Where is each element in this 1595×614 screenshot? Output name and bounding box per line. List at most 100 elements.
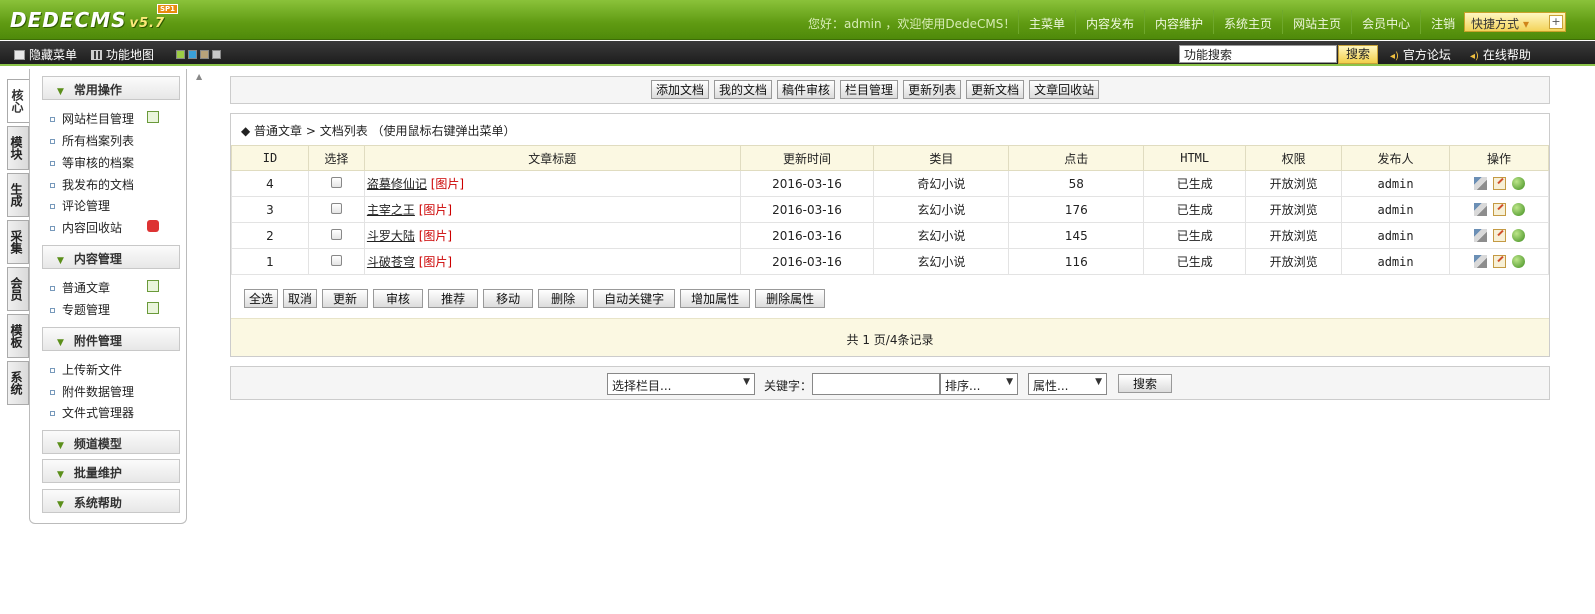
edit-icon[interactable] bbox=[1492, 254, 1506, 268]
attributes-icon[interactable] bbox=[1473, 228, 1487, 242]
update-docs-button[interactable]: 更新文档 bbox=[966, 80, 1025, 99]
review-button[interactable]: 稿件审核 bbox=[777, 80, 836, 99]
function-search-input[interactable] bbox=[1179, 45, 1337, 63]
skin-green-swatch[interactable] bbox=[176, 50, 185, 59]
attributes-icon[interactable] bbox=[1473, 176, 1487, 190]
move-button[interactable]: 移动 bbox=[483, 289, 534, 308]
hide-menu-button[interactable]: 隐藏菜单 bbox=[14, 46, 77, 63]
nav-main-menu[interactable]: 主菜单 bbox=[1018, 10, 1075, 34]
group-batch[interactable]: ▼ 批量维护 bbox=[42, 459, 180, 483]
menu-item-pending-docs[interactable]: 等审核的档案 bbox=[50, 154, 134, 171]
add-icon[interactable] bbox=[147, 302, 159, 314]
row-checkbox[interactable] bbox=[330, 202, 342, 214]
delete-button[interactable]: 删除 bbox=[538, 289, 589, 308]
menu-item-topics[interactable]: 专题管理 bbox=[50, 301, 110, 318]
article-title-link[interactable]: 盗墓修仙记 bbox=[367, 177, 427, 191]
group-attachments[interactable]: ▼ 附件管理 bbox=[42, 327, 180, 351]
attributes-icon[interactable] bbox=[1473, 202, 1487, 216]
menu-item-articles[interactable]: 普通文章 bbox=[50, 279, 110, 296]
add-attribute-button[interactable]: 增加属性 bbox=[680, 289, 751, 308]
auto-keyword-button[interactable]: 自动关键字 bbox=[593, 289, 676, 308]
col-header-date[interactable]: 更新时间 bbox=[739, 145, 875, 171]
add-icon[interactable] bbox=[147, 111, 159, 123]
article-recycle-button[interactable]: 文章回收站 bbox=[1029, 80, 1100, 99]
select-all-button[interactable]: 全选 bbox=[244, 289, 279, 308]
tab-system[interactable]: 系统 bbox=[7, 361, 29, 405]
nav-system-home[interactable]: 系统主页 bbox=[1213, 10, 1282, 34]
approve-button[interactable]: 审核 bbox=[373, 289, 424, 308]
col-header-clicks[interactable]: 点击 bbox=[1008, 145, 1145, 171]
attribute-select[interactable]: 属性... ▼ bbox=[1028, 373, 1107, 395]
tab-module[interactable]: 模块 bbox=[7, 126, 29, 170]
my-docs-button[interactable]: 我的文档 bbox=[714, 80, 773, 99]
tab-member[interactable]: 会员 bbox=[7, 267, 29, 311]
skin-gray-swatch[interactable] bbox=[212, 50, 221, 59]
nav-member-center[interactable]: 会员中心 bbox=[1351, 10, 1420, 34]
group-content[interactable]: ▼ 内容管理 bbox=[42, 245, 180, 269]
skin-blue-swatch[interactable] bbox=[188, 50, 197, 59]
nav-logout[interactable]: 注销 bbox=[1420, 10, 1465, 34]
group-channel-model[interactable]: ▼ 频道模型 bbox=[42, 430, 180, 454]
search-button[interactable]: 搜索 bbox=[1118, 374, 1173, 393]
keyword-input[interactable] bbox=[812, 373, 940, 395]
update-button[interactable]: 更新 bbox=[322, 289, 369, 308]
preview-icon[interactable] bbox=[1511, 254, 1525, 268]
edit-icon[interactable] bbox=[1492, 228, 1506, 242]
menu-item-all-docs[interactable]: 所有档案列表 bbox=[50, 132, 134, 149]
column-manage-button[interactable]: 栏目管理 bbox=[840, 80, 899, 99]
attributes-icon[interactable] bbox=[1473, 254, 1487, 268]
tab-core[interactable]: 核心 bbox=[7, 79, 29, 123]
menu-item-label: 普通文章 bbox=[62, 281, 111, 295]
tab-template[interactable]: 模板 bbox=[7, 314, 29, 358]
quick-menu-button[interactable]: 快捷方式 ▾ + bbox=[1464, 12, 1566, 32]
menu-item-comments[interactable]: 评论管理 bbox=[50, 197, 110, 214]
deselect-button[interactable]: 取消 bbox=[283, 289, 318, 308]
cell-category[interactable]: 玄幻小说 bbox=[873, 196, 1010, 223]
cell-category[interactable]: 玄幻小说 bbox=[873, 222, 1010, 249]
function-map-button[interactable]: 功能地图 bbox=[91, 46, 154, 63]
col-header-id[interactable]: ID bbox=[231, 145, 309, 171]
scroll-up-icon[interactable]: ▲ bbox=[196, 72, 202, 81]
nav-content-publish[interactable]: 内容发布 bbox=[1075, 10, 1144, 34]
add-icon[interactable] bbox=[147, 280, 159, 292]
menu-item-file-manager[interactable]: 文件式管理器 bbox=[50, 404, 134, 421]
col-header-title[interactable]: 文章标题 bbox=[363, 145, 741, 171]
remove-attribute-button[interactable]: 删除属性 bbox=[755, 289, 826, 308]
recommend-button[interactable]: 推荐 bbox=[428, 289, 479, 308]
article-title-link[interactable]: 斗罗大陆 bbox=[367, 229, 415, 243]
cell-category[interactable]: 玄幻小说 bbox=[873, 248, 1010, 275]
skin-brown-swatch[interactable] bbox=[200, 50, 209, 59]
group-help[interactable]: ▼ 系统帮助 bbox=[42, 489, 180, 513]
row-checkbox[interactable] bbox=[330, 176, 342, 188]
nav-content-maintain[interactable]: 内容维护 bbox=[1144, 10, 1213, 34]
document-list-panel: ◆ 普通文章 > 文档列表 （使用鼠标右键弹出菜单） ID 选择 文章标题 更新… bbox=[230, 113, 1550, 357]
update-list-button[interactable]: 更新列表 bbox=[903, 80, 962, 99]
menu-item-my-docs[interactable]: 我发布的文档 bbox=[50, 176, 134, 193]
official-forum-link[interactable]: ◂) 官方论坛 bbox=[1390, 46, 1451, 63]
preview-icon[interactable] bbox=[1511, 202, 1525, 216]
menu-item-attach-data[interactable]: 附件数据管理 bbox=[50, 383, 134, 400]
plus-icon[interactable]: + bbox=[1549, 15, 1563, 29]
tab-collect[interactable]: 采集 bbox=[7, 220, 29, 264]
group-common[interactable]: ▼ 常用操作 bbox=[42, 76, 180, 100]
article-title-link[interactable]: 斗破苍穹 bbox=[367, 255, 415, 269]
menu-item-recycle[interactable]: 内容回收站 bbox=[50, 219, 122, 236]
add-doc-button[interactable]: 添加文档 bbox=[651, 80, 710, 99]
article-title-link[interactable]: 主宰之王 bbox=[367, 203, 415, 217]
row-checkbox[interactable] bbox=[330, 228, 342, 240]
category-select[interactable]: 选择栏目... ▼ bbox=[607, 373, 755, 395]
function-search-button[interactable]: 搜索 bbox=[1338, 45, 1378, 64]
row-checkbox[interactable] bbox=[330, 254, 342, 266]
preview-icon[interactable] bbox=[1511, 176, 1525, 190]
clear-recycle-icon[interactable] bbox=[147, 220, 159, 232]
menu-item-upload[interactable]: 上传新文件 bbox=[50, 361, 122, 378]
tab-generate[interactable]: 生成 bbox=[7, 173, 29, 217]
nav-site-home[interactable]: 网站主页 bbox=[1282, 10, 1351, 34]
online-help-link[interactable]: ◂) 在线帮助 bbox=[1470, 46, 1531, 63]
preview-icon[interactable] bbox=[1511, 228, 1525, 242]
sort-select[interactable]: 排序... ▼ bbox=[940, 373, 1018, 395]
cell-category[interactable]: 奇幻小说 bbox=[873, 170, 1010, 197]
edit-icon[interactable] bbox=[1492, 176, 1506, 190]
menu-item-column-manage[interactable]: 网站栏目管理 bbox=[50, 110, 134, 127]
edit-icon[interactable] bbox=[1492, 202, 1506, 216]
